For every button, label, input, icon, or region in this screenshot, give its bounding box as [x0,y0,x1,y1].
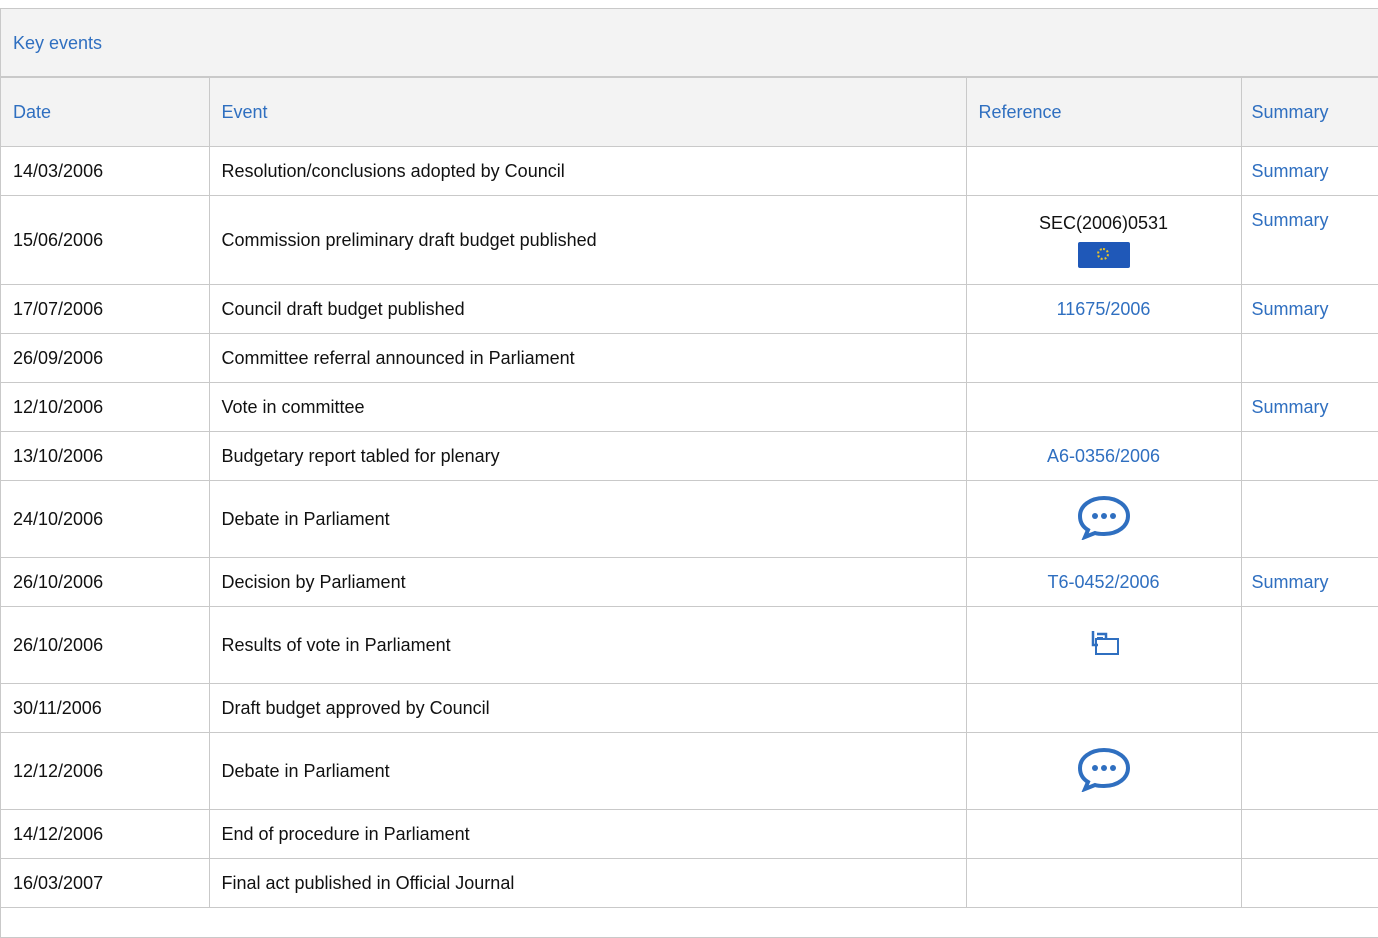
row-event: Decision by Parliament [208,557,967,607]
summary-link[interactable]: Summary [1240,146,1378,196]
summary-link[interactable]: Summary [1240,195,1378,285]
row-date: 13/10/2006 [1,431,210,481]
row-summary [1240,683,1378,733]
column-header-summary[interactable]: Summary [1240,77,1378,147]
row-event: Vote in committee [208,382,967,432]
row-date: 30/11/2006 [1,683,210,733]
row-event: Draft budget approved by Council [208,683,967,733]
row-reference [965,809,1242,859]
summary-link[interactable]: Summary [1240,382,1378,432]
table-row: 17/07/2006 Council draft budget publishe… [1,284,1378,334]
row-summary [1240,732,1378,810]
row-event: Budgetary report tabled for plenary [208,431,967,481]
key-events-header: Key events [1,9,1378,77]
row-date: 15/06/2006 [1,195,210,285]
row-event: Debate in Parliament [208,480,967,558]
row-reference: SEC(2006)0531 [965,195,1242,285]
table-row: 13/10/2006 Budgetary report tabled for p… [1,431,1378,481]
row-reference [965,382,1242,432]
key-events-title: Key events [13,33,103,53]
row-summary [1240,480,1378,558]
table-row: 26/10/2006 Decision by Parliament T6-045… [1,557,1378,607]
table-row: 14/12/2006 End of procedure in Parliamen… [1,809,1378,859]
table-row: 12/12/2006 Debate in Parliament [1,732,1378,810]
row-summary [1240,333,1378,383]
eu-flag-icon[interactable] [1077,241,1130,268]
row-date: 26/10/2006 [1,557,210,607]
row-date: 17/07/2006 [1,284,210,334]
row-date: 24/10/2006 [1,480,210,558]
row-event: Council draft budget published [208,284,967,334]
row-date: 26/09/2006 [1,333,210,383]
column-header-event[interactable]: Event [208,77,967,147]
row-reference [965,732,1242,810]
table-row: 30/11/2006 Draft budget approved by Coun… [1,683,1378,733]
row-date: 16/03/2007 [1,858,210,908]
table-header-row: Date Event Reference Summary [1,77,1378,147]
table-row: 12/10/2006 Vote in committee Summary [1,382,1378,432]
vote-results-icon[interactable] [1087,628,1121,658]
table-row: 24/10/2006 Debate in Parliament [1,480,1378,558]
row-reference [965,333,1242,383]
row-date: 12/12/2006 [1,732,210,810]
row-reference [965,146,1242,196]
row-reference [965,683,1242,733]
column-header-date[interactable]: Date [1,77,210,147]
row-date: 14/12/2006 [1,809,210,859]
table-row: 15/06/2006 Commission preliminary draft … [1,195,1378,285]
column-header-reference[interactable]: Reference [965,77,1242,147]
key-events-table: Date Event Reference Summary 14/03/2006 … [1,77,1378,908]
row-reference [965,606,1242,684]
table-row: 26/10/2006 Results of vote in Parliament [1,606,1378,684]
row-event: Resolution/conclusions adopted by Counci… [208,146,967,196]
row-event: Debate in Parliament [208,732,967,810]
row-event: Commission preliminary draft budget publ… [208,195,967,285]
reference-link[interactable]: T6-0452/2006 [965,557,1242,607]
row-event: Results of vote in Parliament [208,606,967,684]
row-date: 12/10/2006 [1,382,210,432]
row-summary [1240,431,1378,481]
row-summary [1240,858,1378,908]
row-summary [1240,809,1378,859]
debate-speech-bubble-icon[interactable] [1077,746,1131,793]
reference-code: SEC(2006)0531 [1038,212,1169,233]
row-reference [965,858,1242,908]
table-row: 16/03/2007 Final act published in Offici… [1,858,1378,908]
table-row: 26/09/2006 Committee referral announced … [1,333,1378,383]
row-event: Final act published in Official Journal [208,858,967,908]
reference-link[interactable]: 11675/2006 [965,284,1242,334]
table-row: 14/03/2006 Resolution/conclusions adopte… [1,146,1378,196]
summary-link[interactable]: Summary [1240,284,1378,334]
row-date: 14/03/2006 [1,146,210,196]
row-summary [1240,606,1378,684]
reference-link[interactable]: A6-0356/2006 [965,431,1242,481]
summary-link[interactable]: Summary [1240,557,1378,607]
row-event: End of procedure in Parliament [208,809,967,859]
debate-speech-bubble-icon[interactable] [1077,494,1131,541]
key-events-panel: Key events Date Event Reference Summary … [0,8,1378,938]
row-reference [965,480,1242,558]
row-date: 26/10/2006 [1,606,210,684]
row-event: Committee referral announced in Parliame… [208,333,967,383]
